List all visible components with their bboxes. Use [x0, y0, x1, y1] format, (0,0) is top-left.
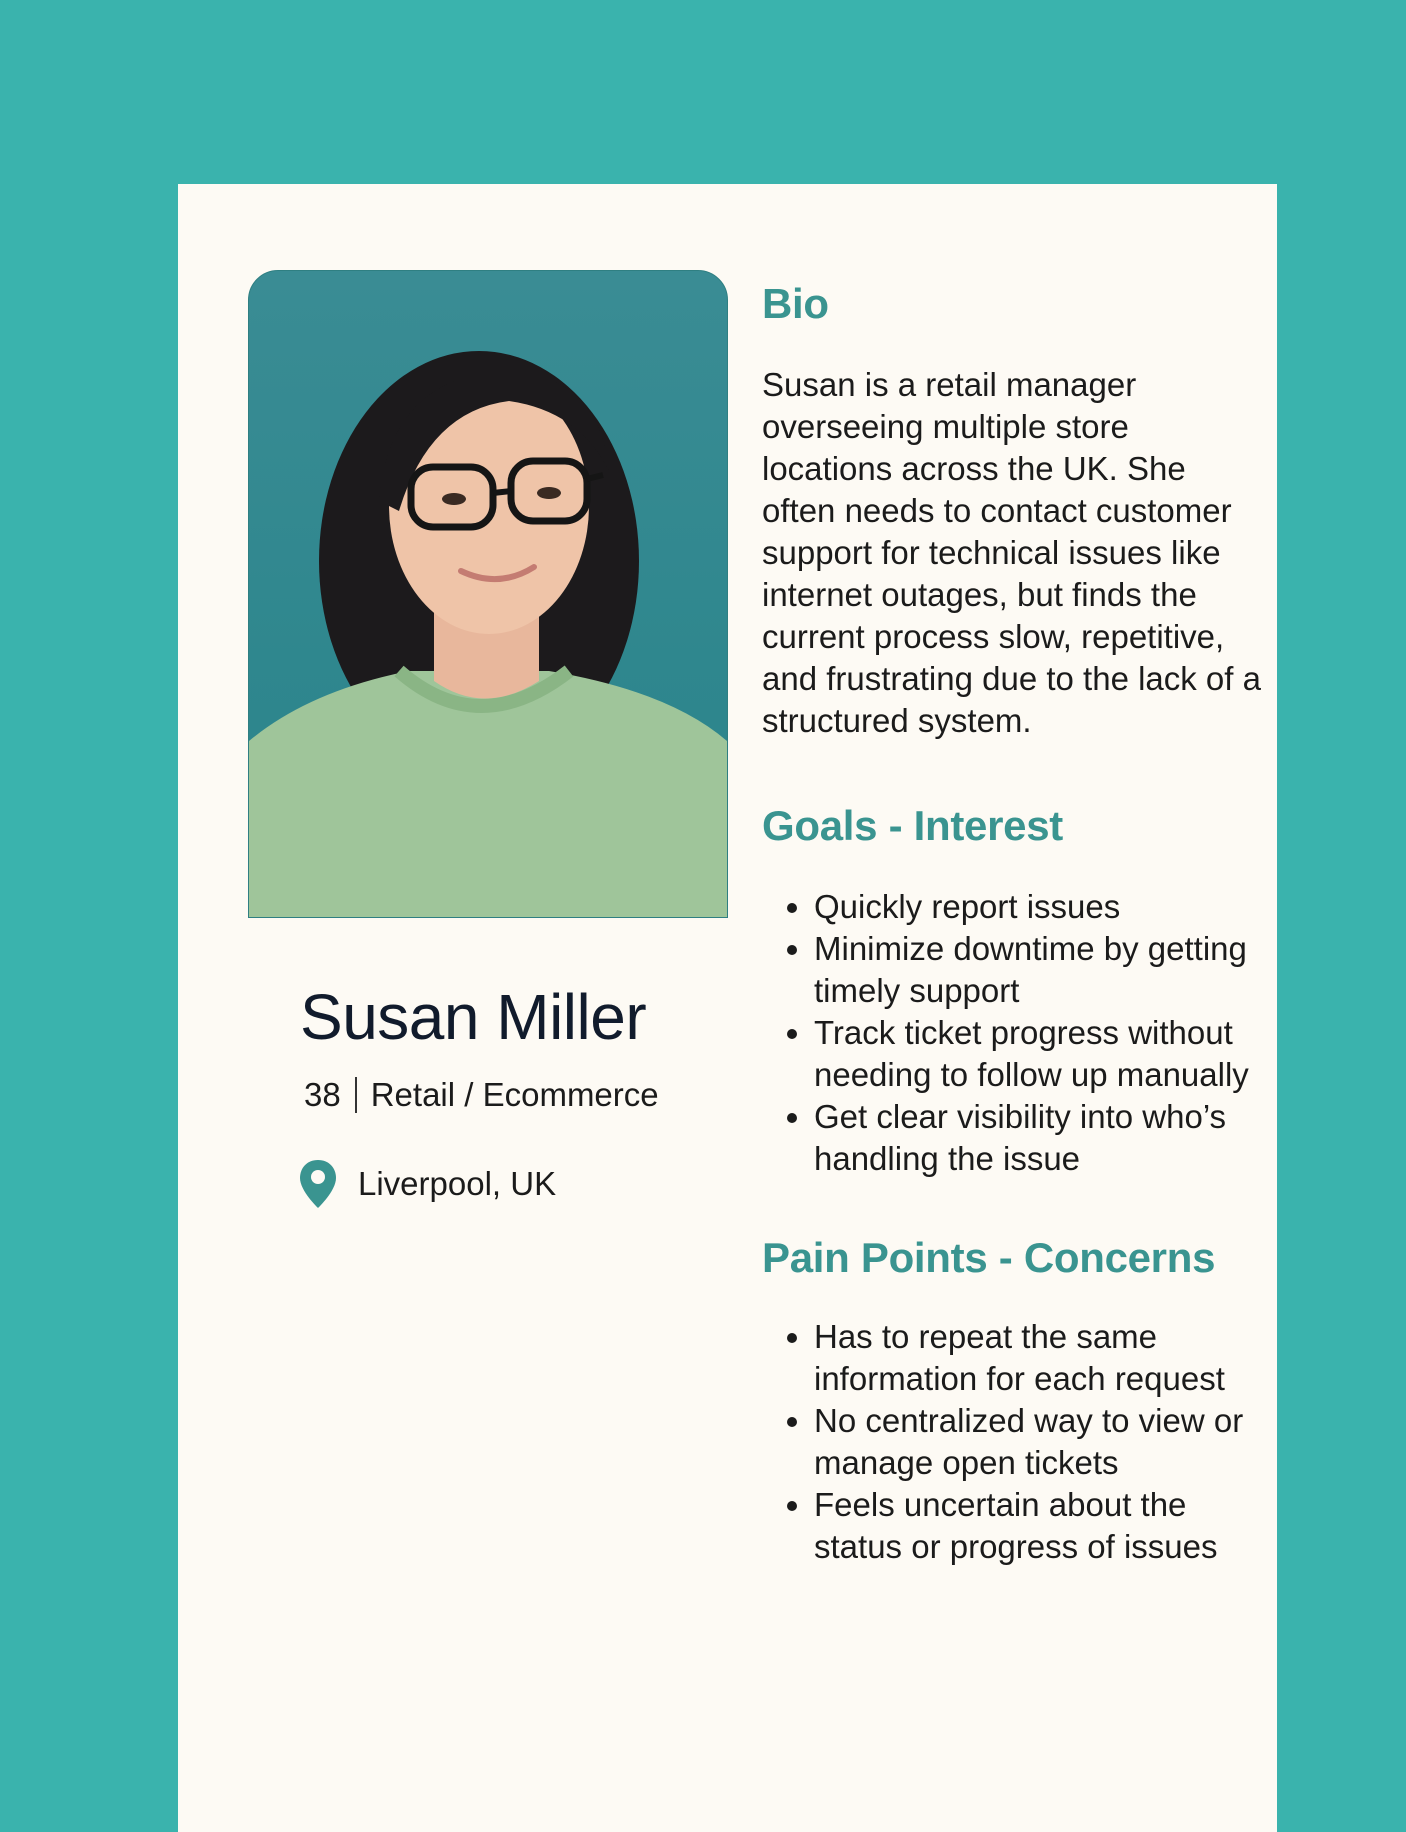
list-item: Minimize downtime by getting timely supp…	[814, 928, 1262, 1012]
persona-name: Susan Miller	[300, 981, 647, 1053]
list-item: Get clear visibility into who’s handling…	[814, 1096, 1262, 1180]
list-item: Quickly report issues	[814, 886, 1262, 928]
persona-age: 38	[304, 1076, 341, 1113]
list-item: Track ticket progress without needing to…	[814, 1012, 1262, 1096]
location-text: Liverpool, UK	[358, 1165, 557, 1202]
goals-list: Quickly report issues Minimize downtime …	[762, 886, 1262, 1180]
profile-column: Susan Miller 38 Retail / Ecommerce Liver…	[248, 270, 728, 1210]
persona-location: Liverpool, UK	[298, 1158, 728, 1210]
meta-divider	[354, 1077, 357, 1113]
persona-meta: 38 Retail / Ecommerce	[304, 1076, 728, 1114]
bio-heading: Bio	[762, 280, 829, 327]
pain-points-heading: Pain Points - Concerns	[762, 1234, 1216, 1281]
persona-card: Susan Miller 38 Retail / Ecommerce Liver…	[178, 184, 1277, 1832]
location-pin-icon	[300, 1160, 336, 1208]
persona-industry: Retail / Ecommerce	[370, 1076, 659, 1113]
profile-photo	[248, 270, 728, 918]
goals-heading: Goals - Interest	[762, 802, 1063, 849]
list-item: No centralized way to view or manage ope…	[814, 1400, 1262, 1484]
list-item: Feels uncertain about the status or prog…	[814, 1484, 1262, 1568]
list-item: Has to repeat the same information for e…	[814, 1316, 1262, 1400]
pain-points-list: Has to repeat the same information for e…	[762, 1316, 1262, 1568]
bio-text: Susan is a retail manager overseeing mul…	[762, 366, 1261, 739]
details-column: Bio Susan is a retail manager overseeing…	[762, 280, 1262, 1568]
